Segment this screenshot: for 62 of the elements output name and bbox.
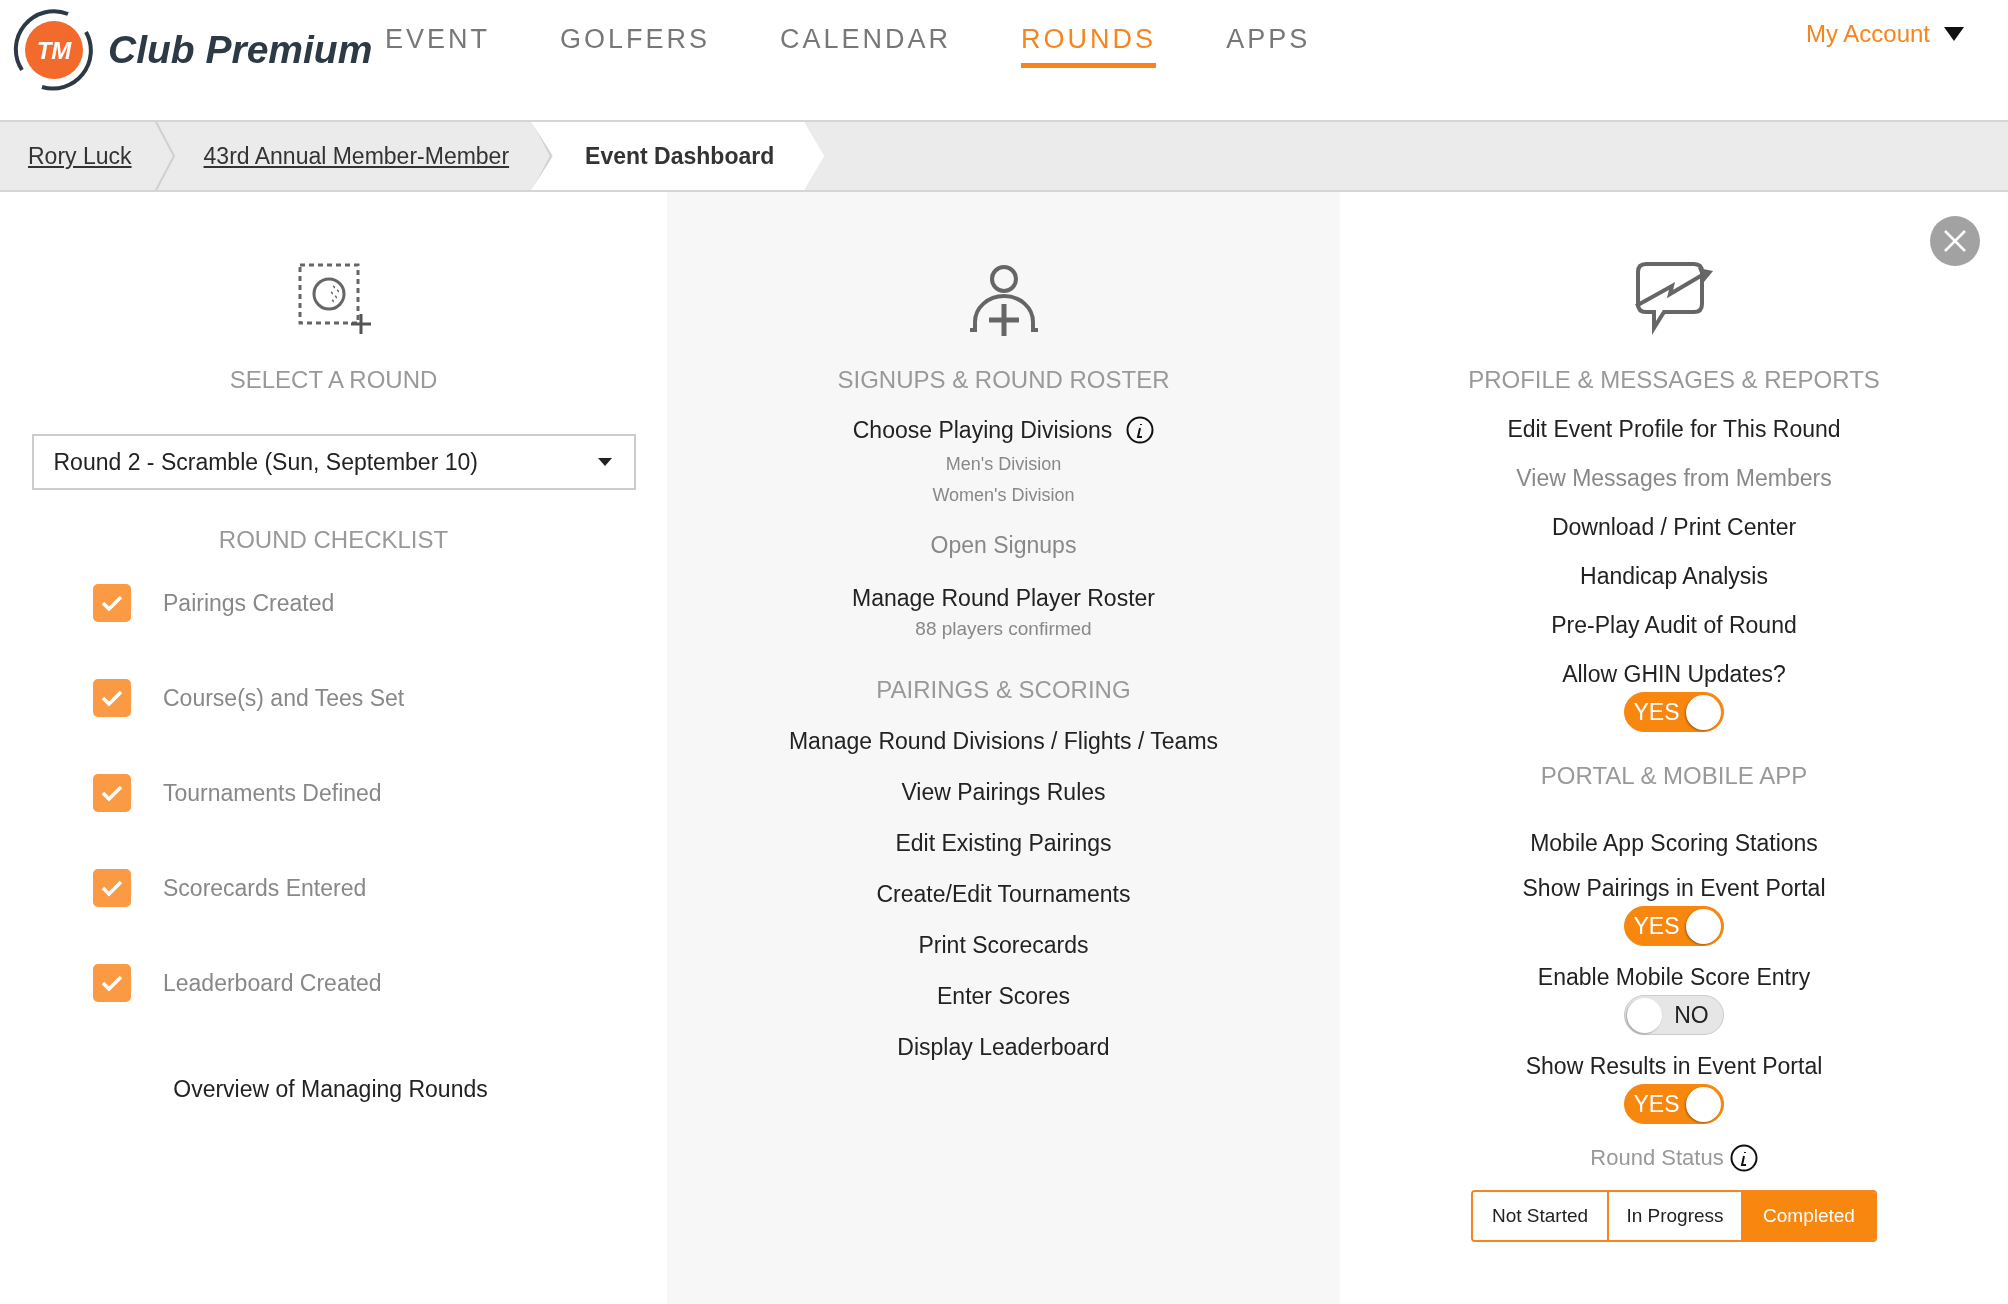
chat-chart-icon [1634,262,1714,336]
caret-icon [1944,27,1964,41]
close-button[interactable] [1930,216,1980,266]
menu-link[interactable]: View Pairings Rules [901,779,1106,806]
toggle-label: Show Results in Event Portal [1525,1053,1823,1080]
menu-link[interactable]: Enter Scores [937,983,1070,1010]
breadcrumb-link[interactable]: Rory Luck [0,142,154,170]
checklist-label: Tournaments Defined [163,779,382,807]
checkbox[interactable] [93,774,131,812]
checklist-label: Scorecards Entered [163,874,367,902]
section-heading: SIGNUPS & ROUND ROSTER [837,366,1170,394]
menu-link[interactable]: Choose Playing Divisions [852,416,1113,444]
section-heading: ROUND CHECKLIST [218,526,449,554]
section-heading: PORTAL & MOBILE APP [1540,762,1808,790]
nav-tab[interactable]: GOLFERS [560,24,711,68]
menu-link[interactable]: Mobile App Scoring Stations [1530,830,1818,857]
menu-link[interactable]: Print Scorecards [918,932,1089,959]
checkbox[interactable] [93,679,131,717]
checklist-label: Course(s) and Tees Set [163,684,405,712]
checkbox[interactable] [93,964,131,1002]
golf-ball-add-icon [296,262,371,336]
checkmark-icon [100,879,124,897]
breadcrumb-link[interactable]: 43rd Annual Member-Member [175,142,532,170]
menu-link[interactable]: Handicap Analysis [1580,563,1768,590]
brand-name: Club Premium [108,28,373,72]
logo-ring-icon [13,9,93,91]
menu-link[interactable]: Create/Edit Tournaments [876,881,1131,908]
checkmark-icon [100,689,124,707]
section-heading: SELECT A ROUND [229,366,438,394]
menu-link[interactable]: Edit Event Profile for This Round [1507,416,1841,443]
info-icon[interactable] [1729,1144,1758,1172]
checkbox[interactable] [93,869,131,907]
round-dropdown[interactable]: Round 2 - Scramble (Sun, September 10) [31,434,636,490]
checklist-label: Leaderboard Created [163,969,382,997]
menu-link[interactable]: Manage Round Divisions / Flights / Teams [788,728,1219,755]
toggle-label: Show Pairings in Event Portal [1522,875,1826,902]
toggle-label: Enable Mobile Score Entry [1537,964,1811,991]
caret-icon [597,458,612,466]
nav-tab[interactable]: CALENDAR [780,24,952,68]
toggle-switch[interactable]: NO [1624,995,1724,1035]
menu-link[interactable]: Pre-Play Audit of Round [1551,612,1797,639]
checklist-label: Pairings Created [163,589,335,617]
checkmark-icon [100,784,124,802]
toggle-label: Allow GHIN Updates? [1562,661,1786,688]
section-heading: PROFILE & MESSAGES & REPORTS [1468,366,1880,394]
checkbox[interactable] [93,584,131,622]
info-icon[interactable] [1126,416,1155,444]
logo-badge-text: TM [36,37,72,64]
nav-tab[interactable]: EVENT [385,24,491,68]
menu-link[interactable]: Manage Round Player Roster [852,585,1155,612]
menu-link[interactable]: Download / Print Center [1551,514,1797,541]
checkmark-icon [100,974,124,992]
checkmark-icon [100,594,124,612]
status-label: Round Status [1590,1145,1724,1171]
nav-tab[interactable]: APPS [1226,24,1311,68]
menu-link[interactable]: Display Leaderboard [897,1034,1110,1061]
section-heading: PAIRINGS & SCORING [876,676,1131,704]
overview-link[interactable]: Overview of Managing Rounds [173,1076,488,1103]
breadcrumb-link[interactable]: Event Dashboard [531,122,825,190]
close-icon [1944,230,1966,252]
menu-link[interactable]: Edit Existing Pairings [895,830,1112,857]
player-count: 88 players confirmed [915,618,1092,640]
